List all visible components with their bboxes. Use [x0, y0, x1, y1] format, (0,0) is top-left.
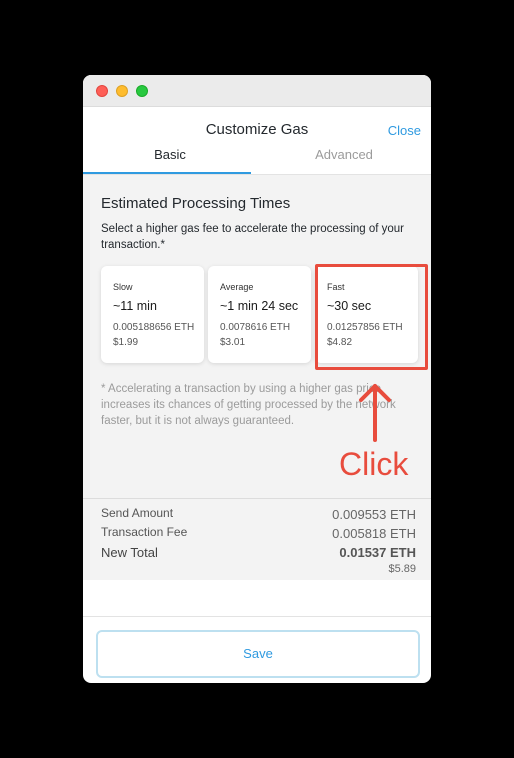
- window-close-icon[interactable]: [96, 85, 108, 97]
- option-eth: 0.005188656 ETH: [113, 322, 195, 333]
- up-arrow-icon: [359, 384, 391, 442]
- gas-option-average[interactable]: Average ~1 min 24 sec 0.0078616 ETH $3.0…: [208, 266, 311, 363]
- window-maximize-icon[interactable]: [136, 85, 148, 97]
- modal-header: Customize Gas Close Basic Advanced: [83, 107, 431, 175]
- option-time: ~1 min 24 sec: [220, 299, 299, 313]
- gas-option-slow[interactable]: Slow ~11 min 0.005188656 ETH $1.99: [101, 266, 204, 363]
- save-button[interactable]: Save: [96, 630, 420, 678]
- title-bar: [83, 75, 431, 107]
- send-amount-value: 0.009553 ETH: [332, 507, 416, 522]
- option-usd: $1.99: [113, 337, 139, 348]
- new-total-value: 0.01537 ETH: [339, 545, 416, 560]
- page-title: Customize Gas: [205, 121, 309, 138]
- tab-basic[interactable]: Basic: [83, 147, 257, 175]
- option-label: Slow: [113, 282, 133, 292]
- window-minimize-icon[interactable]: [116, 85, 128, 97]
- option-label: Average: [220, 282, 254, 292]
- new-total-label: New Total: [101, 545, 158, 560]
- option-time: ~11 min: [113, 299, 157, 313]
- section-subtitle: Select a higher gas fee to accelerate th…: [101, 223, 405, 251]
- new-total-usd: $5.89: [388, 563, 416, 575]
- option-eth: 0.0078616 ETH: [220, 322, 291, 333]
- send-amount-label: Send Amount: [101, 506, 174, 520]
- section-title: Estimated Processing Times: [101, 195, 291, 212]
- option-usd: $3.01: [220, 337, 246, 348]
- totals-summary: Send Amount 0.009553 ETH Transaction Fee…: [83, 498, 431, 580]
- transaction-fee-value: 0.005818 ETH: [332, 526, 416, 541]
- click-annotation-label: Click: [339, 446, 409, 482]
- close-button[interactable]: Close: [388, 123, 421, 138]
- footer-divider: [83, 616, 431, 617]
- transaction-fee-label: Transaction Fee: [101, 525, 188, 539]
- tab-advanced[interactable]: Advanced: [257, 147, 431, 175]
- fast-option-highlight: [315, 264, 428, 370]
